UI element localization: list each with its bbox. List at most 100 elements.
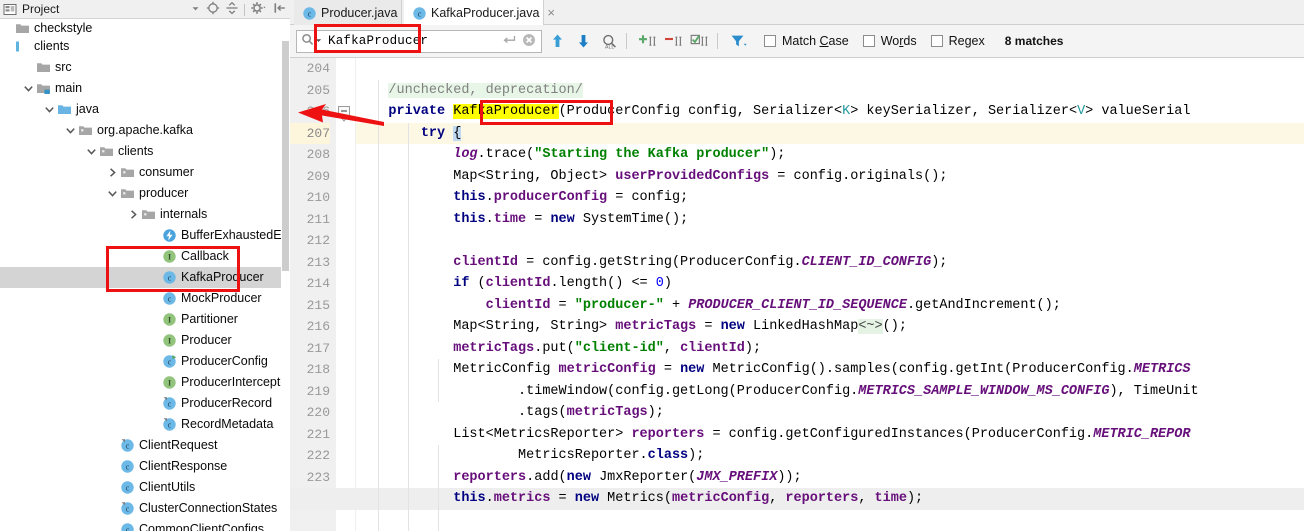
check-selection-icon[interactable] [689,30,711,52]
code-editor[interactable]: 204 205 206 207 208 209 210 211 212 213 214 215 216 2… [290,58,1304,531]
chevron-right-icon[interactable] [107,167,118,178]
checkbox-box[interactable] [764,35,776,47]
code-line[interactable]: List<MetricsReporter> reporters = config… [356,424,1190,446]
tree-item-producer[interactable]: I Producer [0,330,290,351]
code-line[interactable]: MetricConfig metricConfig = new MetricCo… [356,359,1190,381]
chevron-down-icon[interactable] [190,3,201,17]
code-line[interactable]: this.time = new SystemTime(); [356,209,688,231]
tree-item-clusterconnectionstates[interactable]: c ClusterConnectionStates [0,498,290,519]
match-case-label: Match Case [782,34,849,48]
fold-collapse-icon[interactable] [338,106,350,122]
tree-item-producerrecord[interactable]: c ProducerRecord [0,393,290,414]
svg-text:I: I [168,253,171,262]
add-selection-icon[interactable] [637,30,659,52]
code-line[interactable]: clientId = config.getString(ProducerConf… [356,252,947,274]
search-input-value[interactable]: KafkaProducer [328,34,502,48]
checkbox-box[interactable] [930,35,943,47]
tree-item-clientutils[interactable]: c ClientUtils [0,477,290,498]
tree-item-commonclientconfigs[interactable]: c CommonClientConfigs [0,519,290,531]
editor-tab-kafkaproducer-java[interactable]: c KafkaProducer.java × [404,0,555,25]
chevron-down-icon[interactable] [107,188,118,199]
line-number: 207 [290,122,330,144]
tree-item-clients[interactable]: clients [0,141,290,162]
code-line[interactable]: /unchecked, deprecation/ [356,80,583,102]
locate-target-icon[interactable] [206,1,220,18]
package-icon [99,144,114,159]
class-final-icon: c [120,438,135,453]
class-icon: c [120,480,135,495]
search-input[interactable]: KafkaProducer [296,29,542,53]
find-previous-button[interactable] [546,30,568,52]
tree-item-label: java [76,102,99,116]
chevron-down-icon[interactable] [23,83,34,94]
tree-item-label: Callback [181,249,229,263]
tree-item-java[interactable]: java [0,99,290,120]
chevron-down-icon[interactable] [86,146,97,157]
hide-panel-icon[interactable] [273,1,287,18]
regex-label: Regex [948,34,985,48]
match-case-checkbox[interactable]: Match Case [764,34,849,48]
tree-item-org-apache-kafka[interactable]: org.apache.kafka [0,120,290,141]
fold-gutter[interactable] [336,58,356,531]
tree-item-producer[interactable]: producer [0,183,290,204]
tree-item-bufferexhaustedexception[interactable]: BufferExhaustedException [0,225,290,246]
tree-item-kafkaproducer[interactable]: c KafkaProducer [0,267,290,288]
code-line[interactable]: .timeWindow(config.getLong(ProducerConfi… [356,381,1199,403]
indent-guide [438,445,439,510]
tree-item-clients[interactable]: clients [0,36,290,57]
clear-circle-icon[interactable] [522,33,536,50]
code-line[interactable]: Map<String, String> metricTags = new Lin… [356,316,907,338]
tree-item-mockproducer[interactable]: c MockProducer [0,288,290,309]
code-line[interactable]: .tags(metricTags); [356,402,664,424]
chevron-down-icon[interactable] [65,125,76,136]
chevron-down-icon[interactable] [44,104,55,115]
checkbox-box[interactable] [862,35,875,47]
enter-arrow-icon[interactable] [502,34,516,49]
indent-guide [408,122,409,531]
code-line[interactable]: Map<String, Object> userProvidedConfigs … [356,166,947,188]
tree-item-callback[interactable]: I Callback [0,246,290,267]
remove-selection-icon[interactable] [663,30,685,52]
project-tree[interactable]: checkstyle clients src main java org.apache.k… [0,19,290,531]
tree-item-partitioner[interactable]: I Partitioner [0,309,290,330]
code-line[interactable]: clientId = "producer-" + PRODUCER_CLIENT… [356,295,1061,317]
code-line[interactable]: if (clientId.length() <= 0) [356,273,672,295]
words-checkbox[interactable]: Words [862,34,917,48]
tree-item-checkstyle[interactable]: checkstyle [0,19,290,36]
tree-item-producerconfig[interactable]: c ProducerConfig [0,351,290,372]
chevron-right-icon[interactable] [128,209,139,220]
tree-item-src[interactable]: src [0,57,290,78]
filter-icon[interactable] [728,30,750,52]
regex-checkbox[interactable]: Regex [930,34,985,48]
tree-item-clientresponse[interactable]: c ClientResponse [0,456,290,477]
code-line[interactable]: log.trace("Starting the Kafka producer")… [356,144,785,166]
svg-text:c: c [126,463,130,472]
folder-icon [36,60,51,75]
tree-item-consumer[interactable]: consumer [0,162,290,183]
tree-item-clientrequest[interactable]: c ClientRequest [0,435,290,456]
line-number-gutter[interactable]: 204 205 206 207 208 209 210 211 212 213 214 215 216 2… [290,58,336,531]
project-tree-scrollbar[interactable] [281,19,290,531]
source-root-icon [36,81,51,96]
line-number: 208 [306,147,330,162]
gear-icon[interactable] [250,1,268,18]
scrollbar-thumb[interactable] [282,41,289,271]
editor-tab-producer-java[interactable]: cProducer.java× [294,0,413,25]
tree-item-internals[interactable]: internals [0,204,290,225]
code-line[interactable]: metricTags.put("client-id", clientId); [356,338,761,360]
find-next-button[interactable] [572,30,594,52]
code-line[interactable]: this.producerConfig = config; [356,187,688,209]
tree-item-main[interactable]: main [0,78,290,99]
tree-item-producerinterceptor[interactable]: I ProducerInterceptor [0,372,290,393]
code-line[interactable]: this.metrics = new Metrics(metricConfig,… [356,488,923,510]
chevron-down-icon[interactable] [315,37,322,46]
code-line[interactable]: private KafkaProducer(ProducerConfig con… [356,101,1191,123]
close-icon[interactable]: × [547,6,555,19]
search-all-icon[interactable]: ALL [598,30,620,52]
collapse-all-icon[interactable] [225,1,239,18]
code-line[interactable]: reporters.add(new JmxReporter(JMX_PREFIX… [356,467,801,489]
tree-item-recordmetadata[interactable]: c RecordMetadata [0,414,290,435]
